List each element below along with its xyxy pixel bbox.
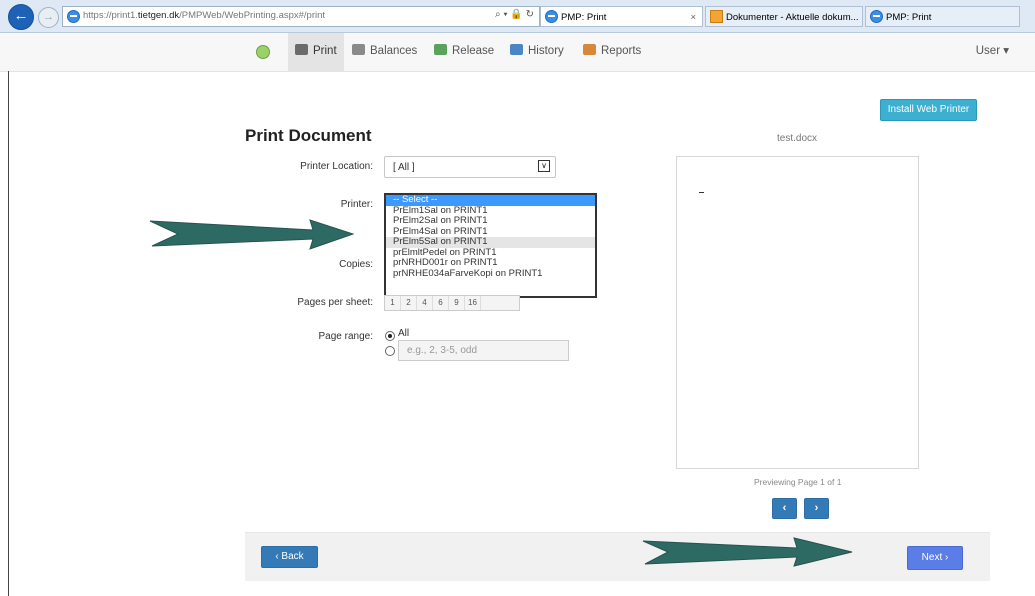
calendar-icon [510,44,523,55]
pps-option[interactable]: 4 [417,296,433,310]
page-range-input[interactable]: e.g., 2, 3-5, odd [398,340,569,361]
pages-per-sheet-label: Pages per sheet: [297,297,373,308]
next-button[interactable]: Next › [907,546,963,570]
nav-release[interactable]: Release [427,33,501,71]
preview-pane [676,156,919,469]
window-border [8,71,9,596]
range-all-label: All [398,328,410,339]
nav-balances[interactable]: Balances [345,33,424,71]
ie-icon [870,10,883,23]
chevron-down-icon[interactable]: ∨ [538,160,550,172]
close-tab-icon[interactable]: × [690,8,696,26]
range-all-radio[interactable] [385,331,395,341]
nav-history[interactable]: History [503,33,571,71]
report-icon [583,44,596,55]
page-range-label: Page range: [318,331,374,342]
printer-option[interactable]: prNRHD001r on PRINT1 [386,257,595,269]
ie-icon [67,10,80,23]
pps-option[interactable]: 6 [433,296,449,310]
preview-content [699,192,704,193]
pages-per-sheet-group: 1 2 4 6 9 16 [384,295,520,311]
browser-toolbar: ← → https://print1.tietgen.dk/PMPWeb/Web… [0,0,1035,33]
tab-dokumenter[interactable]: Dokumenter - Aktuelle dokum... [705,6,863,27]
pps-option[interactable]: 2 [401,296,417,310]
footer-bar: ‹ Back Next › [245,532,990,581]
prev-page-button[interactable]: ‹ [772,498,797,519]
bank-icon [352,44,365,55]
url-text: https://print1.tietgen.dk/PMPWeb/WebPrin… [83,10,326,21]
annotation-arrow-icon [149,219,355,250]
back-button[interactable]: ‹ Back [261,546,318,568]
pps-option[interactable]: 9 [449,296,465,310]
next-page-button[interactable]: › [804,498,829,519]
install-web-printer-button[interactable]: Install Web Printer [880,99,977,121]
address-controls[interactable]: ⌕ ▾ 🔒 ↻ [495,9,534,20]
printer-label: Printer: [340,199,373,210]
nav-reports[interactable]: Reports [576,33,648,71]
document-icon [710,10,723,23]
user-menu[interactable]: User ▾ [976,33,1009,71]
release-icon [434,44,447,55]
printer-option[interactable]: prNRHE034aFarveKopi on PRINT1 [386,268,595,280]
printer-option[interactable]: PrElm2Sal on PRINT1 [386,215,595,227]
printer-location-label: Printer Location: [300,161,373,172]
printer-location-select[interactable]: [ All ] ∨ [384,156,556,178]
copies-label: Copies: [339,259,373,270]
range-custom-radio[interactable] [385,346,395,356]
nav-print[interactable]: Print [288,33,344,71]
page-title: Print Document [245,126,372,145]
ie-icon [545,10,558,23]
tab-pmp-print-active[interactable]: PMP: Print × [540,6,703,27]
printer-icon [295,44,308,55]
printer-dropdown-list[interactable]: -- Select -- PrElm1Sal on PRINT1 PrElm2S… [384,193,597,298]
pps-option[interactable]: 16 [465,296,481,310]
pps-option[interactable]: 1 [385,296,401,310]
preview-filename: test.docx [777,133,818,144]
logo-icon[interactable] [256,45,270,59]
app-navbar: Print Balances Release History Reports U… [0,33,1035,72]
forward-arrow-icon[interactable]: → [38,7,59,28]
printer-option[interactable]: PrElm5Sal on PRINT1 [386,236,595,248]
address-bar[interactable]: https://print1.tietgen.dk/PMPWeb/WebPrin… [62,6,540,27]
preview-page-info: Previewing Page 1 of 1 [754,477,842,487]
printer-option[interactable]: -- Select -- [386,194,595,206]
back-arrow-icon[interactable]: ← [8,4,34,30]
tab-pmp-print[interactable]: PMP: Print [865,6,1020,27]
